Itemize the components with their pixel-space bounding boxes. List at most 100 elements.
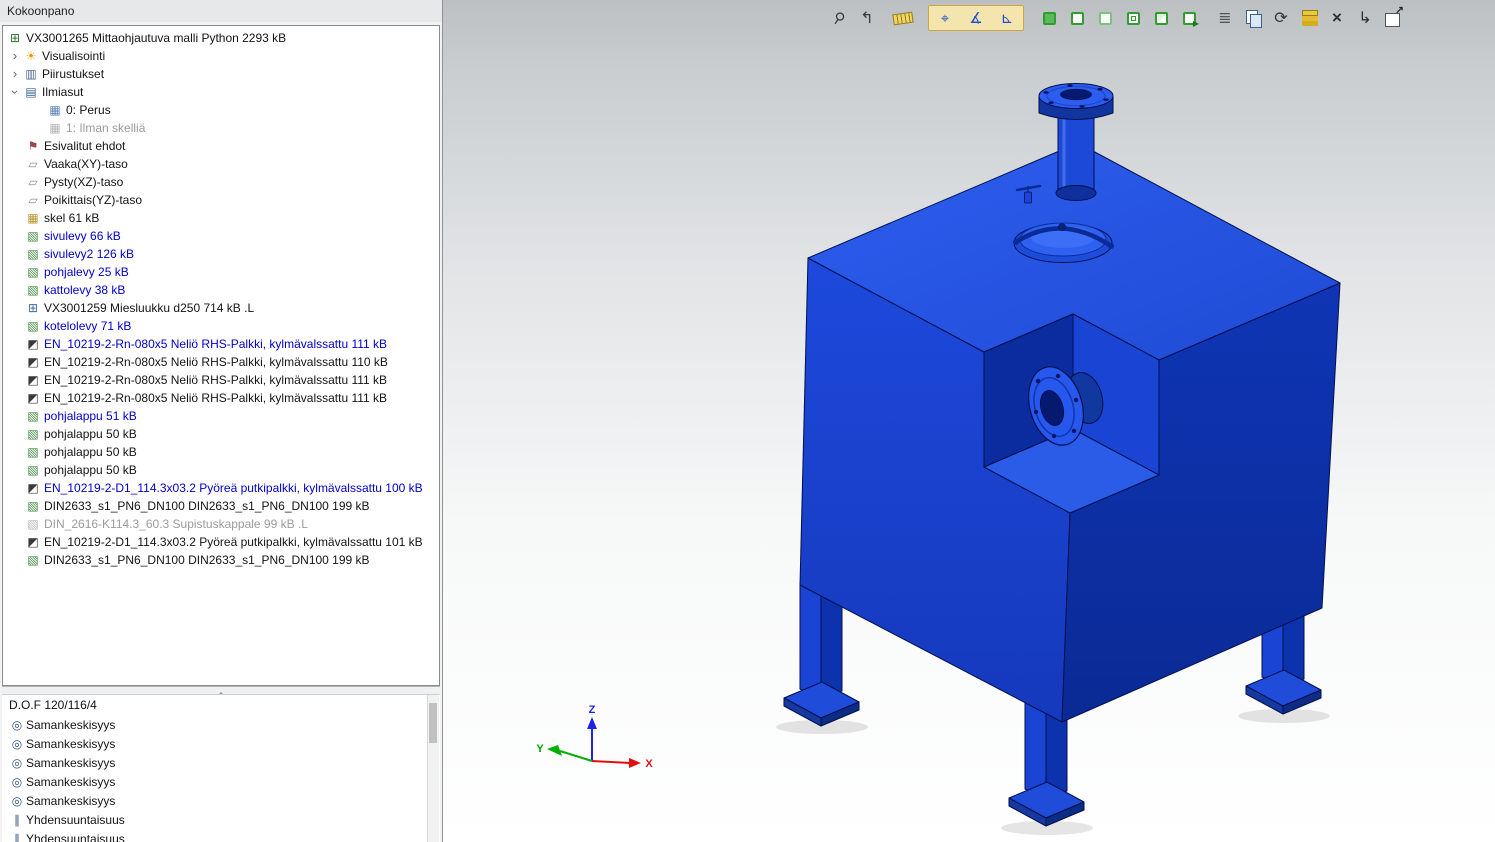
drawing-icon (23, 65, 39, 83)
config-item-icon (47, 119, 63, 137)
expander-expanded-icon[interactable]: › (6, 84, 24, 100)
concentric-icon (8, 716, 26, 735)
tree-item[interactable]: sivulevy2 126 kB (3, 245, 439, 263)
tree-item-label[interactable]: Esivalitut ehdot (41, 137, 125, 155)
constraint-label: Samankeskisyys (26, 754, 115, 773)
tree-item-label[interactable]: Poikittais(YZ)-taso (41, 191, 142, 209)
tree-item-label[interactable]: pohjalappu 50 kB (41, 443, 137, 461)
tree-item[interactable]: sivulevy 66 kB (3, 227, 439, 245)
tree-item-label[interactable]: 0: Perus (63, 101, 111, 119)
tree-item-label[interactable]: pohjalevy 25 kB (41, 263, 129, 281)
tree-item-label[interactable]: 1: Ilman skelliä (63, 119, 145, 137)
tree-item[interactable]: EN_10219-2-Rn-080x5 Neliö RHS-Palkki, ky… (3, 371, 439, 389)
tree-item-label[interactable]: Visualisointi (39, 47, 105, 65)
tree-item-label[interactable]: kattolevy 38 kB (41, 281, 125, 299)
dof-label: D.O.F 120/116/4 (2, 695, 440, 716)
tree-item[interactable]: DIN2633_s1_PN6_DN100 DIN2633_s1_PN6_DN10… (3, 551, 439, 569)
tree-item-label[interactable]: DIN2633_s1_PN6_DN100 DIN2633_s1_PN6_DN10… (41, 497, 370, 515)
tree-item[interactable]: Pysty(XZ)-taso (3, 173, 439, 191)
model-canvas[interactable]: Z X Y (443, 0, 1495, 842)
tree-item[interactable]: EN_10219-2-D1_114.3x03.2 Pyöreä putkipal… (3, 533, 439, 551)
part-icon (25, 443, 41, 461)
tree-item-label[interactable]: DIN2633_s1_PN6_DN100 DIN2633_s1_PN6_DN10… (41, 551, 370, 569)
assembly-icon (7, 29, 23, 47)
part-icon (25, 407, 41, 425)
tree-item[interactable]: pohjalappu 50 kB (3, 425, 439, 443)
concentric-icon (8, 735, 26, 754)
tree-item-label[interactable]: EN_10219-2-D1_114.3x03.2 Pyöreä putkipal… (41, 533, 423, 551)
tree-item-label[interactable]: EN_10219-2-Rn-080x5 Neliö RHS-Palkki, ky… (41, 353, 388, 371)
tree-item[interactable]: › Visualisointi (3, 47, 439, 65)
tree-item[interactable]: › Ilmiasut (3, 83, 439, 101)
constraints-scrollbar[interactable] (427, 695, 439, 842)
constraint-row[interactable]: Samankeskisyys (2, 735, 440, 754)
scrollbar-thumb[interactable] (429, 703, 437, 743)
panel-splitter[interactable]: ˆ (2, 686, 440, 695)
tree-item[interactable]: pohjalappu 50 kB (3, 443, 439, 461)
tree-item[interactable]: DIN2633_s1_PN6_DN100 DIN2633_s1_PN6_DN10… (3, 497, 439, 515)
tree-item[interactable]: EN_10219-2-D1_114.3x03.2 Pyöreä putkipal… (3, 479, 439, 497)
sun-icon (23, 47, 39, 65)
subassembly-icon (25, 299, 41, 317)
constraint-row[interactable]: Yhdensuuntaisuus (2, 811, 440, 830)
tree-item[interactable]: pohjalappu 51 kB (3, 407, 439, 425)
concentric-icon (8, 754, 26, 773)
tree-item[interactable]: Poikittais(YZ)-taso (3, 191, 439, 209)
configs-icon (23, 83, 39, 101)
tree-item-label[interactable]: pohjalappu 51 kB (41, 407, 137, 425)
tree-item[interactable]: VX3001265 Mittaohjautuva malli Python 22… (3, 29, 439, 47)
constraint-row[interactable]: Yhdensuuntaisuus (2, 830, 440, 842)
tree-item-label[interactable]: EN_10219-2-Rn-080x5 Neliö RHS-Palkki, ky… (41, 389, 387, 407)
constraint-row[interactable]: Samankeskisyys (2, 773, 440, 792)
tree-item-label[interactable]: Pysty(XZ)-taso (41, 173, 123, 191)
tree-item[interactable]: DIN_2616-K114.3_60.3 Supistuskappale 99 … (3, 515, 439, 533)
tree-item-label[interactable]: EN_10219-2-Rn-080x5 Neliö RHS-Palkki, ky… (41, 335, 387, 353)
tree-item[interactable]: Esivalitut ehdot (3, 137, 439, 155)
viewport-3d[interactable]: ⚲↰⌖∡⊾≣⟳×↳ (443, 0, 1495, 842)
tree-item-label[interactable]: skel 61 kB (41, 209, 99, 227)
tree-item-label[interactable]: pohjalappu 50 kB (41, 461, 137, 479)
axis-y-label: Y (536, 743, 544, 755)
tree-item[interactable]: pohjalevy 25 kB (3, 263, 439, 281)
tree-item[interactable]: 0: Perus (3, 101, 439, 119)
axis-triad: Z X Y (536, 704, 653, 770)
tree-item-label[interactable]: Ilmiasut (39, 83, 83, 101)
axis-x-label: X (645, 758, 653, 770)
tree-item-label[interactable]: sivulevy 66 kB (41, 227, 121, 245)
expander-collapsed-icon[interactable]: › (7, 65, 23, 83)
manhole-center-bolt (1059, 224, 1066, 231)
tree-item[interactable]: skel 61 kB (3, 209, 439, 227)
constraint-label: Samankeskisyys (26, 735, 115, 754)
conditions-icon (25, 137, 41, 155)
leg-front[interactable] (1009, 700, 1084, 826)
tree-item[interactable]: Vaaka(XY)-taso (3, 155, 439, 173)
tree-item[interactable]: VX3001259 Miesluukku d250 714 kB .L (3, 299, 439, 317)
tree-item-label[interactable]: sivulevy2 126 kB (41, 245, 134, 263)
tree-item-label[interactable]: EN_10219-2-D1_114.3x03.2 Pyöreä putkipal… (41, 479, 423, 497)
tree-item[interactable]: 1: Ilman skelliä (3, 119, 439, 137)
tree-item-label[interactable]: VX3001265 Mittaohjautuva malli Python 22… (23, 29, 286, 47)
tree-item[interactable]: pohjalappu 50 kB (3, 461, 439, 479)
tree-item[interactable]: kattolevy 38 kB (3, 281, 439, 299)
tree-item-label[interactable]: DIN_2616-K114.3_60.3 Supistuskappale 99 … (41, 515, 308, 533)
tree-item[interactable]: EN_10219-2-Rn-080x5 Neliö RHS-Palkki, ky… (3, 389, 439, 407)
tree-item-label[interactable]: pohjalappu 50 kB (41, 425, 137, 443)
constraint-row[interactable]: Samankeskisyys (2, 716, 440, 735)
tree-item-label[interactable]: VX3001259 Miesluukku d250 714 kB .L (41, 299, 254, 317)
tree-item[interactable]: kotelolevy 71 kB (3, 317, 439, 335)
beam-icon (25, 479, 41, 497)
tree-item-label[interactable]: Piirustukset (39, 65, 104, 83)
tree-item[interactable]: › Piirustukset (3, 65, 439, 83)
tree-item-label[interactable]: EN_10219-2-Rn-080x5 Neliö RHS-Palkki, ky… (41, 371, 387, 389)
assembly-panel: Kokoonpano VX3001265 Mittaohjautuva mall… (0, 0, 443, 842)
tree-item-label[interactable]: Vaaka(XY)-taso (41, 155, 128, 173)
tree-item[interactable]: EN_10219-2-Rn-080x5 Neliö RHS-Palkki, ky… (3, 353, 439, 371)
tree-item[interactable]: EN_10219-2-Rn-080x5 Neliö RHS-Palkki, ky… (3, 335, 439, 353)
part-icon (25, 245, 41, 263)
expander-collapsed-icon[interactable]: › (7, 47, 23, 65)
concentric-icon (8, 773, 26, 792)
constraint-row[interactable]: Samankeskisyys (2, 792, 440, 811)
constraint-row[interactable]: Samankeskisyys (2, 754, 440, 773)
tree-item-label[interactable]: kotelolevy 71 kB (41, 317, 131, 335)
tank-assembly-model[interactable] (776, 84, 1340, 836)
